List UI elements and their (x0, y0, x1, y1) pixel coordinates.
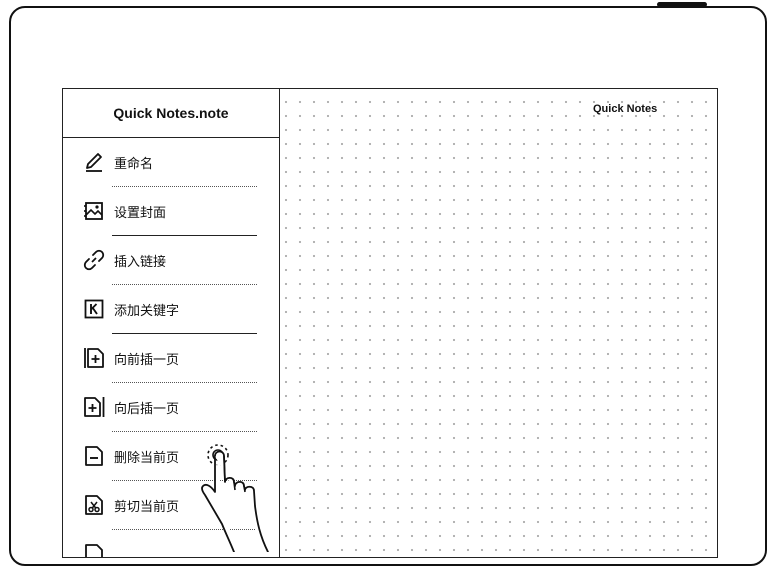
page-title: Quick Notes (593, 103, 658, 115)
link-icon (83, 249, 105, 271)
menu-item-label: 设置封面 (114, 206, 167, 221)
menu-item-insert-page-after[interactable]: 向后插一页 (63, 383, 280, 431)
menu-item-label: 重命名 (114, 157, 154, 172)
power-button[interactable] (657, 2, 707, 7)
menu-item-add-keyword[interactable]: 添加关键字 (63, 285, 280, 333)
menu-item-label: 向后插一页 (114, 402, 180, 417)
page-icon (83, 543, 105, 557)
menu-item-rename[interactable]: 重命名 (63, 138, 280, 186)
menu-item-label: 删除当前页 (114, 451, 180, 466)
menu-item-label: 插入链接 (114, 255, 167, 270)
menu-item-label: 添加关键字 (114, 304, 180, 319)
menu-item-insert-page-before[interactable]: 向前插一页 (63, 334, 280, 382)
insert-page-before-icon (83, 347, 105, 369)
delete-page-icon (83, 445, 105, 467)
pencil-icon (83, 151, 105, 173)
note-canvas[interactable]: Quick Notes Quick Notes.note 重命名 设置封面 插入… (62, 88, 718, 558)
cut-page-icon (83, 494, 105, 516)
cover-image-icon (83, 200, 105, 222)
tap-hand-icon (201, 444, 269, 552)
keyword-k-icon (83, 298, 105, 320)
menu-item-label: 剪切当前页 (114, 500, 180, 515)
menu-item-insert-link[interactable]: 插入链接 (63, 236, 280, 284)
sidebar-title: Quick Notes.note (63, 89, 279, 138)
menu-item-label: 向前插一页 (114, 353, 180, 368)
insert-page-after-icon (83, 396, 105, 418)
menu-item-set-cover[interactable]: 设置封面 (63, 187, 280, 235)
